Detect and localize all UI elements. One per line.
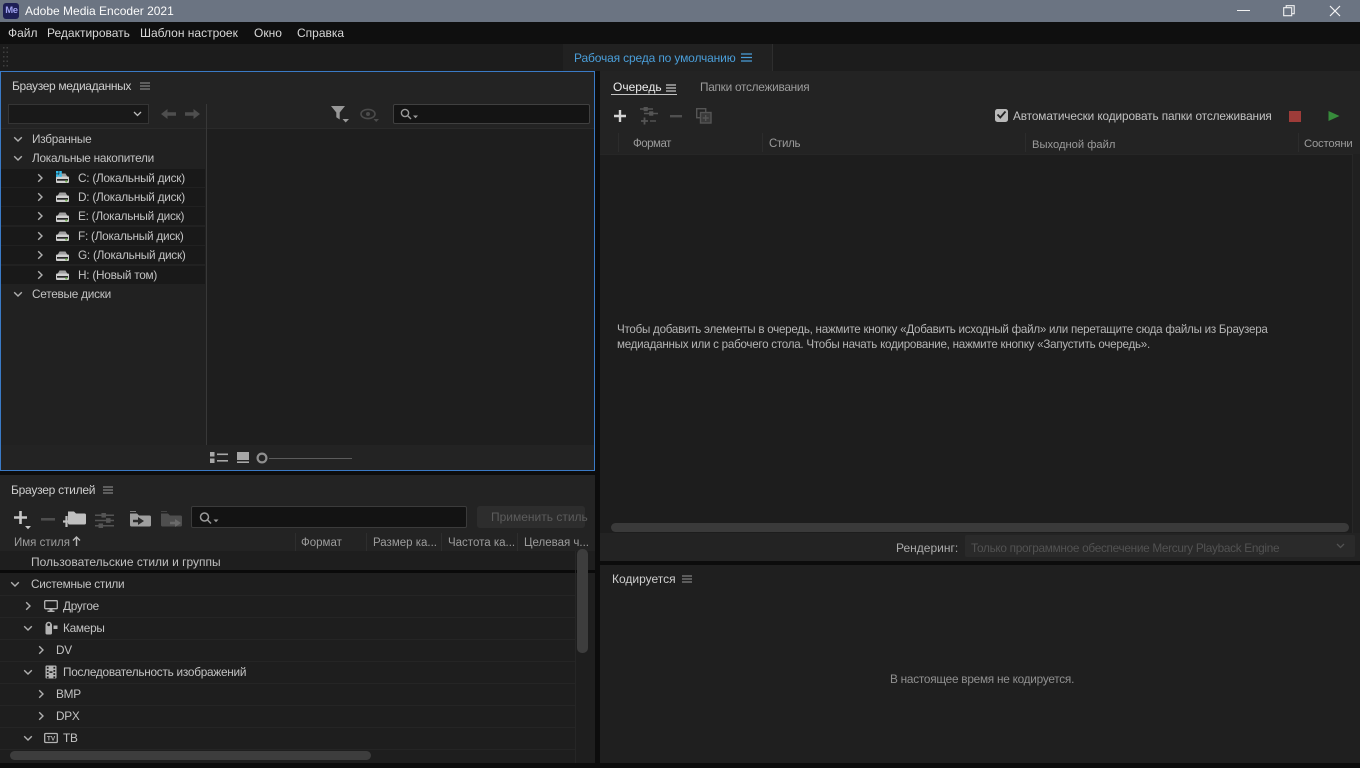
svg-text:TV: TV (47, 736, 56, 743)
